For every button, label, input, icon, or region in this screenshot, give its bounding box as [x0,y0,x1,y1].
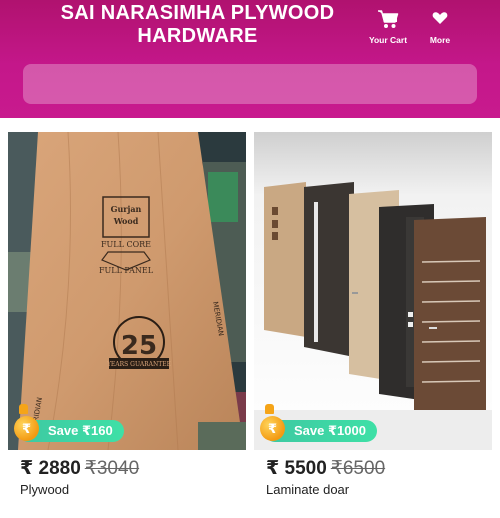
price-row: ₹ 5500 ₹6500 [266,457,385,480]
product-card-plywood[interactable]: Gurjan Wood FULL CORE FULL PANEL 25 YEAR… [8,132,246,518]
laminate-door-image [254,132,492,450]
more-button[interactable]: More [410,8,470,45]
svg-text:FULL PANEL: FULL PANEL [99,266,154,275]
coin-icon: ₹ [14,404,39,441]
cart-icon [378,10,399,28]
plywood-image: Gurjan Wood FULL CORE FULL PANEL 25 YEAR… [8,132,246,450]
app-header: SAI NARASIMHA PLYWOOD HARDWARE Your Cart… [0,0,500,118]
save-amount: Save ₹160 [48,423,113,438]
svg-text:YEARS GUARANTEE: YEARS GUARANTEE [106,361,171,368]
coin-icon: ₹ [260,404,285,441]
svg-text:25: 25 [121,331,157,361]
price-row: ₹ 2880 ₹3040 [20,457,139,480]
cart-label: Your Cart [368,35,408,45]
store-name: SAI NARASIMHA PLYWOOD HARDWARE [60,2,335,47]
save-badge: ₹ Save ₹160 [14,404,124,442]
svg-text:FULL CORE: FULL CORE [101,240,151,249]
original-price: ₹6500 [330,458,386,479]
sale-price: ₹ 2880 [20,458,81,479]
search-input[interactable] [23,64,477,104]
product-name: Laminate doar [266,482,350,497]
original-price: ₹3040 [84,458,140,479]
product-name: Plywood [20,482,70,497]
more-label: More [429,35,451,45]
svg-text:Gurjan: Gurjan [111,204,142,214]
save-badge: ₹ Save ₹1000 [260,404,377,442]
svg-text:Wood: Wood [113,216,139,226]
cart-button[interactable]: Your Cart [358,8,418,45]
sale-price: ₹ 5500 [266,458,327,479]
heart-icon [432,12,448,24]
save-amount: Save ₹1000 [294,423,366,438]
product-card-laminate-door[interactable]: ₹ Save ₹1000 ₹ 5500 ₹6500 Laminate doar [254,132,492,518]
